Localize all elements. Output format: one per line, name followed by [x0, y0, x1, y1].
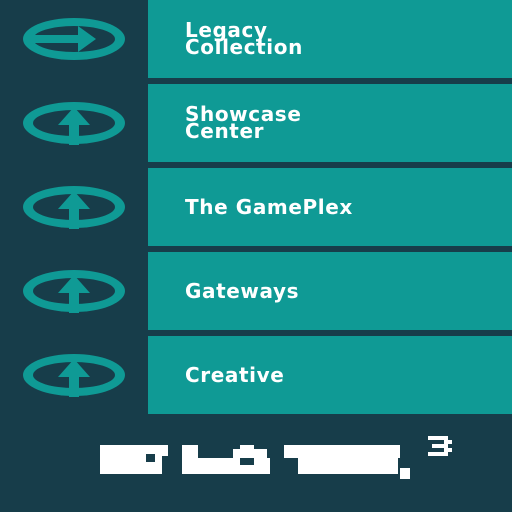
up-arrow-circle-icon [0, 336, 148, 414]
menu-item-the-gameplex[interactable]: The GamePlex [0, 168, 512, 246]
up-arrow-circle-icon [0, 168, 148, 246]
up-arrow-circle-icon [0, 84, 148, 162]
menu-item-label: The GamePlex [185, 194, 353, 219]
pixel-logo [100, 436, 470, 486]
menu-item-label: Showcase Center [185, 102, 302, 143]
menu-tile[interactable]: Legacy Collection [148, 0, 512, 78]
menu-item-label: Legacy Collection [185, 18, 303, 59]
menu-item-label: Gateways [185, 278, 300, 303]
menu-item-showcase-center[interactable]: Showcase Center [0, 84, 512, 162]
menu-tile[interactable]: Creative [148, 336, 512, 414]
menu-item-legacy-collection[interactable]: Legacy Collection [0, 0, 512, 78]
up-arrow-circle-icon [0, 252, 148, 330]
menu-tile[interactable]: Gateways [148, 252, 512, 330]
menu-screen: Legacy Collection Showcase Center The Ga… [0, 0, 512, 512]
menu-item-creative[interactable]: Creative [0, 336, 512, 414]
menu-item-gateways[interactable]: Gateways [0, 252, 512, 330]
menu-item-label: Creative [185, 362, 285, 387]
right-arrow-circle-icon [0, 0, 148, 78]
menu-tile[interactable]: Showcase Center [148, 84, 512, 162]
menu-tile[interactable]: The GamePlex [148, 168, 512, 246]
